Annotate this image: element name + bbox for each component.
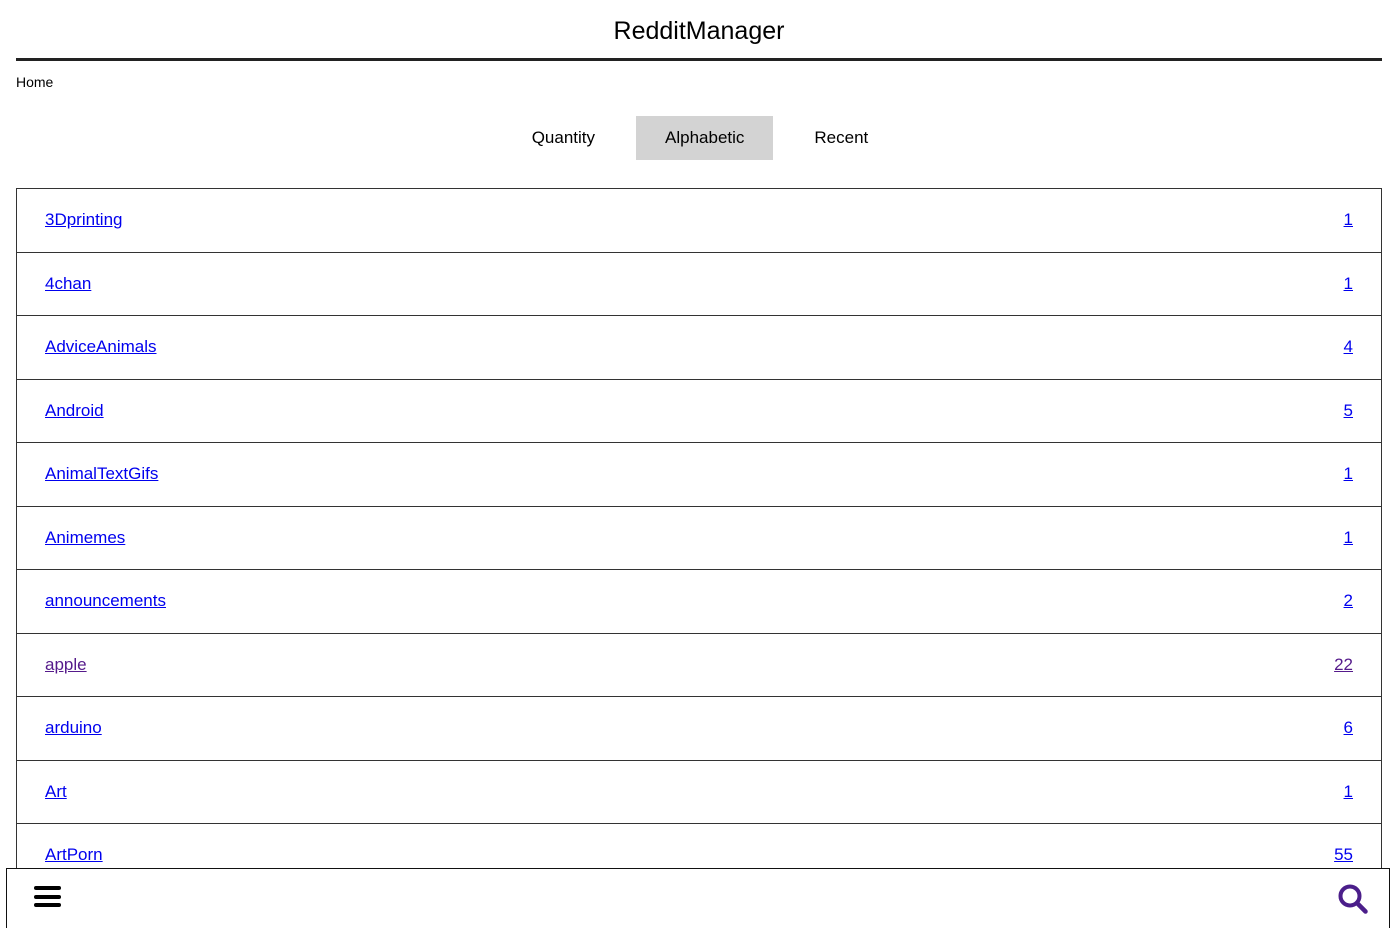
subreddit-link[interactable]: AdviceAnimals: [45, 337, 157, 357]
breadcrumb-home[interactable]: Home: [16, 74, 53, 90]
subreddit-link[interactable]: ArtPorn: [45, 845, 103, 865]
app-title: RedditManager: [613, 17, 785, 45]
list-item: announcements 2: [17, 570, 1381, 634]
hamburger-menu-icon[interactable]: [34, 886, 62, 912]
subreddit-count-link[interactable]: 1: [1344, 464, 1353, 484]
subreddit-link[interactable]: Android: [45, 401, 104, 421]
list-item: Art 1: [17, 761, 1381, 824]
list-item: Android 5: [17, 380, 1381, 443]
subreddit-link[interactable]: 4chan: [45, 274, 91, 294]
tab-recent[interactable]: Recent: [785, 116, 897, 160]
subreddit-count-link[interactable]: 1: [1344, 274, 1353, 294]
search-icon[interactable]: [1337, 883, 1369, 915]
subreddit-link[interactable]: Art: [45, 782, 67, 802]
subreddit-link[interactable]: apple: [45, 655, 87, 675]
subreddit-count-link[interactable]: 55: [1334, 845, 1353, 865]
tab-alphabetic[interactable]: Alphabetic: [636, 116, 774, 160]
subreddit-link[interactable]: Animemes: [45, 528, 125, 548]
subreddit-count-link[interactable]: 1: [1344, 210, 1353, 230]
subreddit-count-link[interactable]: 4: [1344, 337, 1353, 357]
list-item: AnimalTextGifs 1: [17, 443, 1381, 507]
subreddit-link[interactable]: arduino: [45, 718, 102, 738]
breadcrumb: Home: [16, 73, 53, 91]
page: RedditManager Home Quantity Alphabetic R…: [0, 0, 1400, 928]
tab-quantity[interactable]: Quantity: [503, 116, 624, 160]
subreddit-count-link[interactable]: 22: [1334, 655, 1353, 675]
subreddit-list: 3Dprinting 1 4chan 1 AdviceAnimals 4 And…: [16, 188, 1382, 888]
list-item: Animemes 1: [17, 507, 1381, 570]
subreddit-count-link[interactable]: 2: [1344, 591, 1353, 611]
subreddit-link[interactable]: announcements: [45, 591, 166, 611]
header: RedditManager: [16, 0, 1382, 61]
subreddit-count-link[interactable]: 1: [1344, 528, 1353, 548]
subreddit-count-link[interactable]: 5: [1344, 401, 1353, 421]
list-item: apple 22: [17, 634, 1381, 697]
subreddit-link[interactable]: AnimalTextGifs: [45, 464, 158, 484]
subreddit-count-link[interactable]: 6: [1344, 718, 1353, 738]
list-item: AdviceAnimals 4: [17, 316, 1381, 380]
list-item: arduino 6: [17, 697, 1381, 761]
list-item: 4chan 1: [17, 253, 1381, 316]
list-item: 3Dprinting 1: [17, 189, 1381, 253]
subreddit-link[interactable]: 3Dprinting: [45, 210, 123, 230]
subreddit-count-link[interactable]: 1: [1344, 782, 1353, 802]
bottom-toolbar: [6, 868, 1390, 928]
sort-tabs: Quantity Alphabetic Recent: [0, 116, 1400, 160]
